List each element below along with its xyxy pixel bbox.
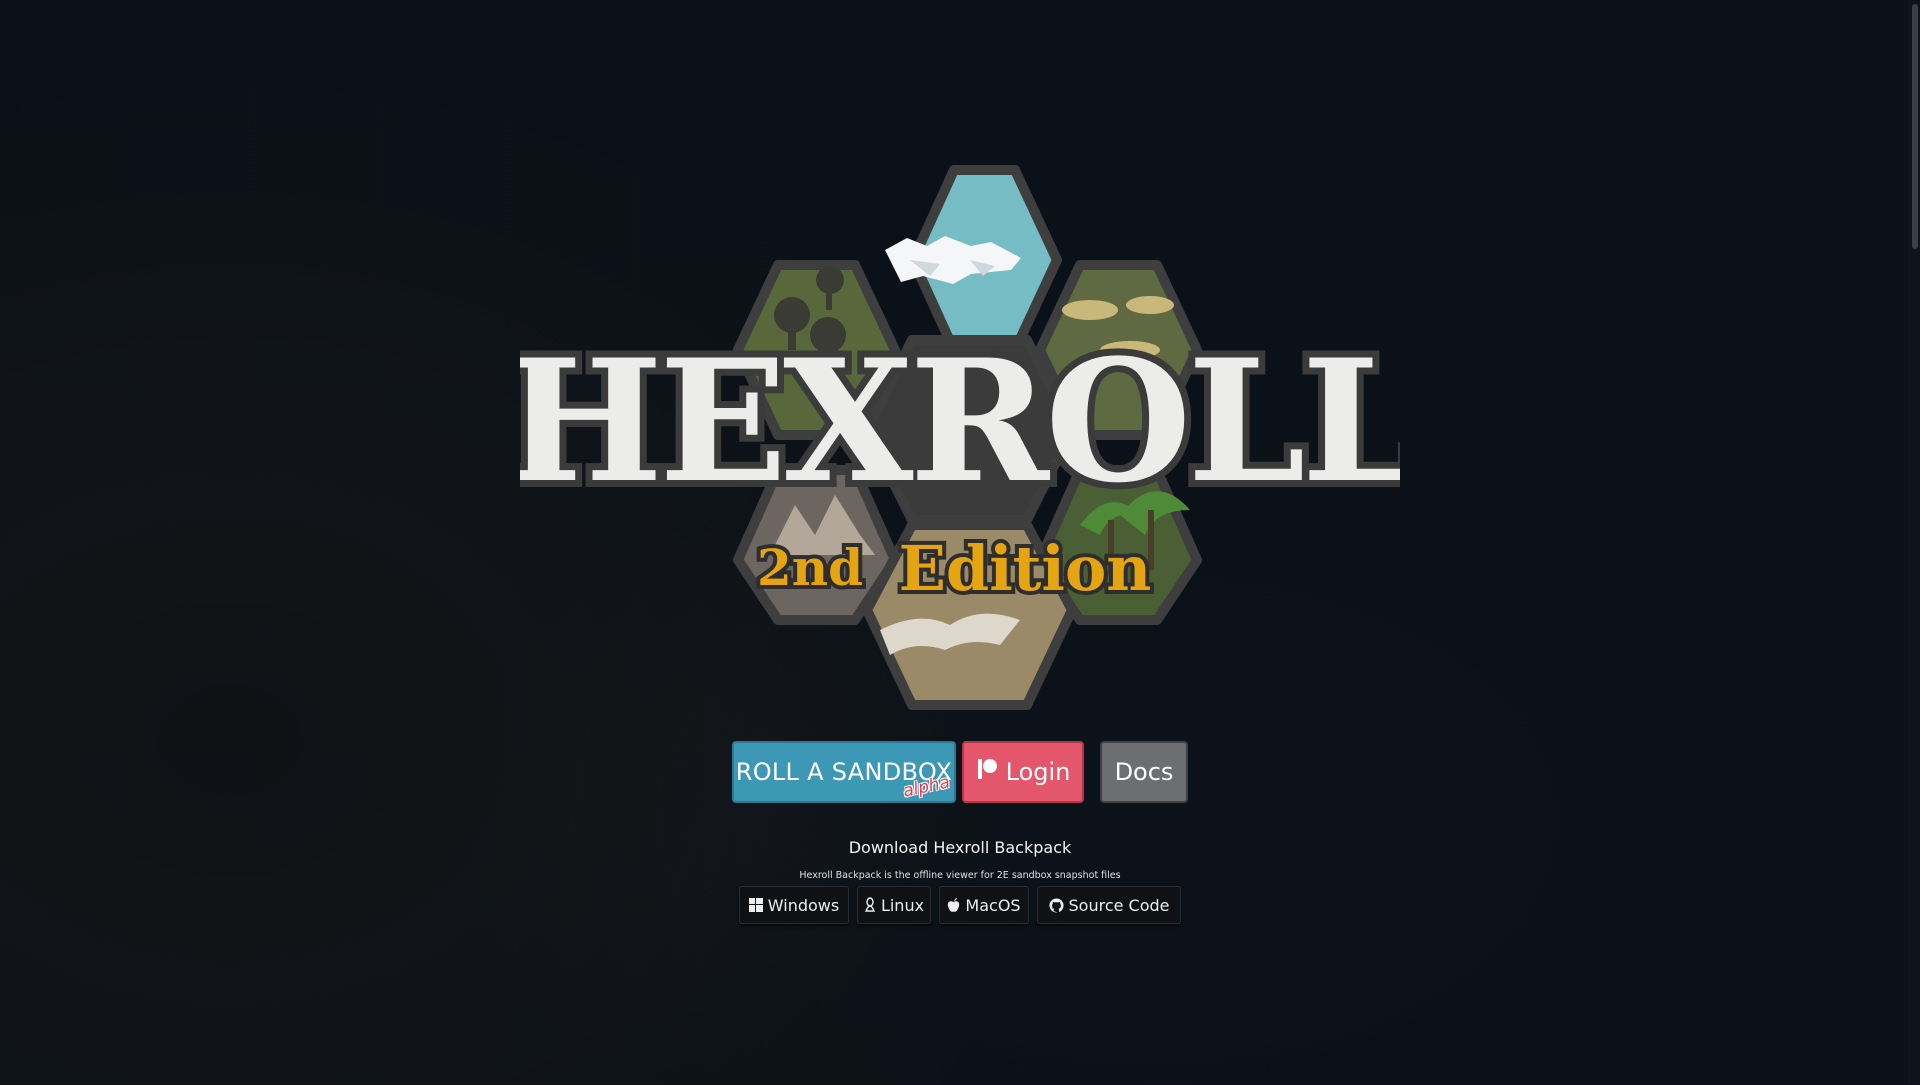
download-buttons: Windows Linux MacOS Source Code <box>739 886 1181 926</box>
page-scrollbar[interactable] <box>1908 0 1920 1085</box>
github-icon <box>1048 897 1064 913</box>
edition-word: Edition <box>899 532 1152 605</box>
login-label: Login <box>1005 758 1071 786</box>
download-macos-button[interactable]: MacOS <box>939 886 1029 924</box>
main-actions: ROLL A SANDBOX alpha Login Docs <box>732 741 1188 807</box>
source-code-label: Source Code <box>1068 895 1170 915</box>
download-windows-button[interactable]: Windows <box>739 886 849 924</box>
linux-label: Linux <box>880 895 925 915</box>
hexroll-logo: HEXROLL 2nd Edition <box>520 160 1400 720</box>
edition-number: 2nd <box>757 538 863 597</box>
hexroll-logo-art: HEXROLL 2nd Edition <box>520 165 1400 710</box>
source-code-button[interactable]: Source Code <box>1037 886 1181 924</box>
windows-label: Windows <box>767 895 840 915</box>
docs-label: Docs <box>1114 758 1174 786</box>
roll-sandbox-button[interactable]: ROLL A SANDBOX alpha <box>732 741 956 803</box>
logo-title: HEXROLL <box>520 322 1400 520</box>
macos-label: MacOS <box>965 895 1021 915</box>
patreon-icon <box>976 758 998 786</box>
docs-button[interactable]: Docs <box>1100 741 1188 803</box>
linux-icon <box>864 897 876 913</box>
download-title: Download Hexroll Backpack <box>848 838 1072 857</box>
apple-icon <box>947 897 960 913</box>
login-button[interactable]: Login <box>962 741 1084 803</box>
scrollbar-thumb[interactable] <box>1912 4 1918 249</box>
download-subtitle: Hexroll Backpack is the offline viewer f… <box>799 870 1121 881</box>
windows-icon <box>748 898 763 912</box>
download-linux-button[interactable]: Linux <box>857 886 931 924</box>
